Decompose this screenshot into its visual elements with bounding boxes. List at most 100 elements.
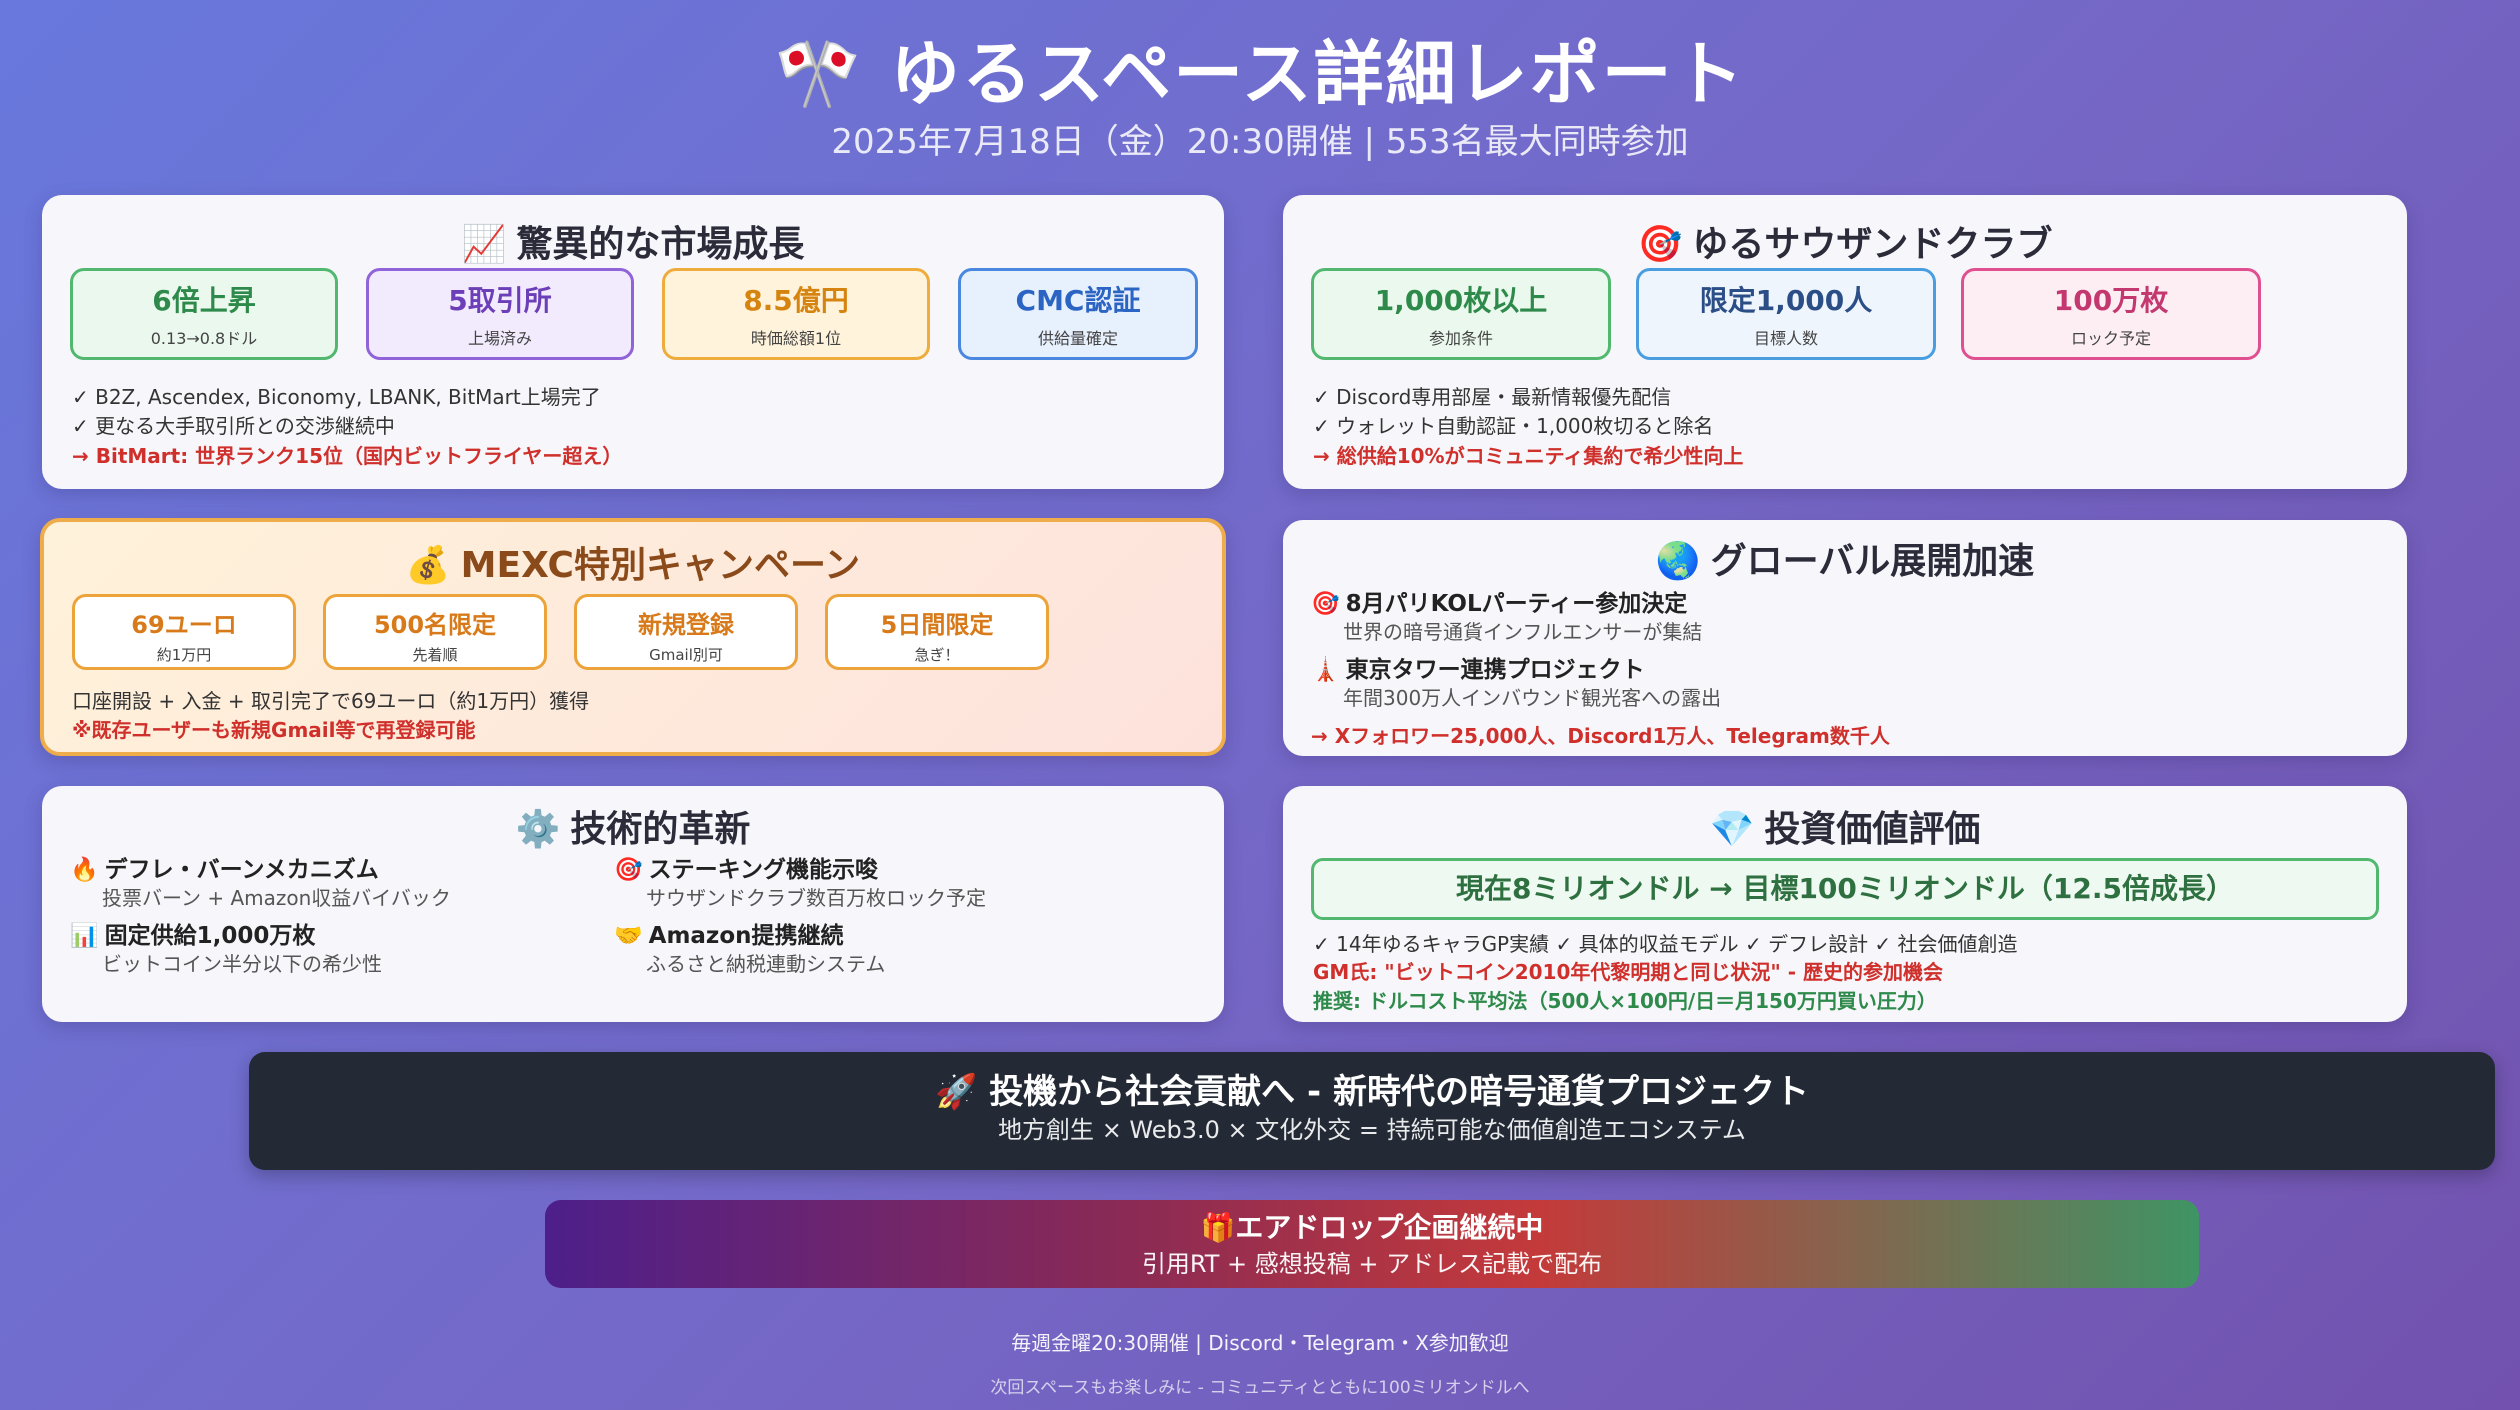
mexc-campaign-title-text: MEXC特別キャンペーン [460,545,861,586]
stat-new-signup: 新規登録 Gmail別可 [574,594,798,670]
market-growth-card: 📈 驚異的な市場成長 6倍上昇 0.13→0.8ドル 5取引所 上場済み 8.5億… [42,195,1224,489]
thousand-club-card: 🎯 ゆるサウザンドクラブ 1,000枚以上 参加条件 限定1,000人 目標人数 … [1283,195,2407,489]
tech-item-sub: 投票バーン + Amazon収益バイバック [102,886,451,910]
thousand-club-title: 🎯 ゆるサウザンドクラブ [1283,215,2407,267]
stat-caption: 時価総額1位 [750,329,842,348]
tech-item-title: デフレ・バーンメカニズム [104,857,379,883]
investment-value-title: 💎 投資価値評価 [1283,800,2407,852]
target-icon: 🎯 [1311,591,1340,617]
stat-value: 8.5億円 [743,284,849,317]
airdrop-title: 🎁エアドロップ企画継続中 [545,1206,2199,1246]
mexc-line: 口座開設 + 入金 + 取引完了で69ユーロ（約1万円）獲得 [72,689,590,713]
global-item-tokyo-tower: 🗼 東京タワー連携プロジェクト [1311,650,1645,684]
tech-item-sub: ふるさと納税連動システム [646,952,886,976]
market-line-1: ✓ B2Z, Ascendex, Biconomy, LBANK, BitMar… [72,385,601,409]
tech-item-sub: ビットコイン半分以下の希少性 [102,952,382,976]
tech-item-title: Amazon提携継続 [648,923,844,949]
investment-value-card: 💎 投資価値評価 現在8ミリオンドル → 目標100ミリオンドル（12.5倍成長）… [1283,786,2407,1022]
airdrop-banner: 🎁エアドロップ企画継続中 引用RT + 感想投稿 + アドレス記載で配布 [545,1200,2199,1288]
global-expansion-title-text: グローバル展開加速 [1710,541,2035,582]
global-item-sub: 世界の暗号通貨インフルエンサーが集結 [1343,620,1703,644]
bar-chart-icon: 📊 [70,923,99,949]
mission-title: 🚀 投機から社会貢献へ - 新時代の暗号通貨プロジェクト [249,1064,2495,1113]
handshake-icon: 🤝 [614,923,643,949]
stat-caption: 約1万円 [156,646,212,664]
global-highlight: → Xフォロワー25,000人、Discord1万人、Telegram数千人 [1311,724,1890,748]
global-expansion-title: 🌏 グローバル展開加速 [1283,532,2407,584]
stat-price-growth: 6倍上昇 0.13→0.8ドル [70,268,338,360]
global-expansion-card: 🌏 グローバル展開加速 🎯 8月パリKOLパーティー参加決定 世界の暗号通貨インフル… [1283,520,2407,756]
page-title: 🎌 ゆるスペース詳細レポート [0,18,2520,119]
tech-item-supply: 📊 固定供給1,000万枚 [70,916,315,950]
tech-item-sub: サウザンドクラブ数百万枚ロック予定 [646,886,986,910]
stat-market-cap: 8.5億円 時価総額1位 [662,268,930,360]
globe-icon: 🌏 [1655,541,1701,582]
investment-quote: GM氏: "ビットコイン2010年代黎明期と同じ状況" - 歴史的参加機会 [1313,960,1944,984]
stat-value: 69ユーロ [131,611,237,639]
market-line-2: ✓ 更なる大手取引所との交渉継続中 [72,414,395,438]
club-line-2: ✓ ウォレット自動認証・1,000枚切ると除名 [1313,414,1714,438]
stat-value: 1,000枚以上 [1374,284,1548,317]
mission-title-text: 投機から社会貢献へ - 新時代の暗号通貨プロジェクト [989,1072,1809,1112]
global-item-paris: 🎯 8月パリKOLパーティー参加決定 [1311,584,1687,618]
investment-goal-box: 現在8ミリオンドル → 目標100ミリオンドル（12.5倍成長） [1311,858,2379,920]
tech-item-title: ステーキング機能示唆 [648,857,878,883]
footer-schedule: 毎週金曜20:30開催 | Discord・Telegram・X参加歓迎 [1011,1331,1509,1355]
thousand-club-title-text: ゆるサウザンドクラブ [1692,224,2053,265]
airdrop-subtitle: 引用RT + 感想投稿 + アドレス記載で配布 [1141,1250,1603,1278]
mexc-campaign-title: 💰 MEXC特別キャンペーン [44,536,1222,588]
flag-icon: 🎌 [774,33,864,115]
rocket-icon: 🚀 [935,1072,978,1112]
stat-cmc: CMC認証 供給量確定 [958,268,1198,360]
stat-lock-amount: 100万枚 ロック予定 [1961,268,2261,360]
stat-duration: 5日間限定 急ぎ！ [825,594,1049,670]
gift-icon: 🎁 [1200,1211,1236,1244]
chart-up-icon: 📈 [461,224,507,265]
tech-innovation-card: ⚙️ 技術的革新 🔥 デフレ・バーンメカニズム 投票バーン + Amazon収益バイ… [42,786,1224,1022]
stat-caption: 先着順 [412,646,458,664]
stat-caption: 参加条件 [1428,329,1493,348]
tech-innovation-title: ⚙️ 技術的革新 [42,800,1224,852]
mexc-highlight: ※既存ユーザーも新規Gmail等で再登録可能 [72,718,476,742]
tech-item-amazon: 🤝 Amazon提携継続 [614,916,844,950]
global-item-title: 8月パリKOLパーティー参加決定 [1345,591,1688,617]
stat-value: CMC認証 [1015,284,1141,317]
footer-tagline: 次回スペースもお楽しみに - コミュニティとともに100ミリオンドルへ [990,1378,1530,1398]
stat-value: 新規登録 [638,611,734,639]
page-title-text: ゆるスペース詳細レポート [889,33,1746,115]
mexc-campaign-card: 💰 MEXC特別キャンペーン 69ユーロ 約1万円 500名限定 先着順 新規登録… [40,518,1226,756]
stat-value: 100万枚 [2053,284,2169,317]
stat-value: 6倍上昇 [152,284,256,317]
tech-item-staking: 🎯 ステーキング機能示唆 [614,850,878,884]
stat-caption: 0.13→0.8ドル [150,329,258,348]
investment-checks: ✓ 14年ゆるキャラGP実績 ✓ 具体的収益モデル ✓ デフレ設計 ✓ 社会価値… [1313,932,2018,956]
target-icon: 🎯 [1637,224,1683,265]
stat-caption: 上場済み [467,329,532,348]
stat-caption: 急ぎ！ [914,646,960,664]
market-highlight: → BitMart: 世界ランク15位（国内ビットフライヤー超え） [72,444,623,468]
gear-icon: ⚙️ [515,809,561,850]
mission-subtitle: 地方創生 × Web3.0 × 文化外交 = 持続可能な価値創造エコシステム [998,1116,1746,1144]
market-growth-title-text: 驚異的な市場成長 [516,224,805,265]
tech-item-burn: 🔥 デフレ・バーンメカニズム [70,850,379,884]
target-icon: 🎯 [614,857,643,883]
tower-icon: 🗼 [1311,657,1340,683]
page-subtitle: 2025年7月18日（金）20:30開催 | 553名最大同時参加 [831,122,1689,162]
stat-caption: Gmail別可 [649,646,723,664]
club-line-1: ✓ Discord専用部屋・最新情報優先配信 [1313,385,1672,409]
airdrop-title-text: エアドロップ企画継続中 [1235,1211,1544,1244]
stat-reward: 69ユーロ 約1万円 [72,594,296,670]
stat-exchanges: 5取引所 上場済み [366,268,634,360]
stat-value: 500名限定 [373,611,497,639]
stat-caption: 目標人数 [1753,329,1818,348]
tech-item-title: 固定供給1,000万枚 [104,923,316,949]
stat-caption: 供給量確定 [1037,329,1118,348]
market-growth-title: 📈 驚異的な市場成長 [42,215,1224,267]
money-bag-icon: 💰 [405,545,451,586]
stat-member-limit: 限定1,000人 目標人数 [1636,268,1936,360]
stat-value: 限定1,000人 [1699,284,1873,317]
mission-banner: 🚀 投機から社会貢献へ - 新時代の暗号通貨プロジェクト 地方創生 × Web3… [249,1052,2495,1170]
stat-limit: 500名限定 先着順 [323,594,547,670]
global-item-sub: 年間300万人インバウンド観光客への露出 [1343,686,1722,710]
stat-value: 5取引所 [448,284,552,317]
